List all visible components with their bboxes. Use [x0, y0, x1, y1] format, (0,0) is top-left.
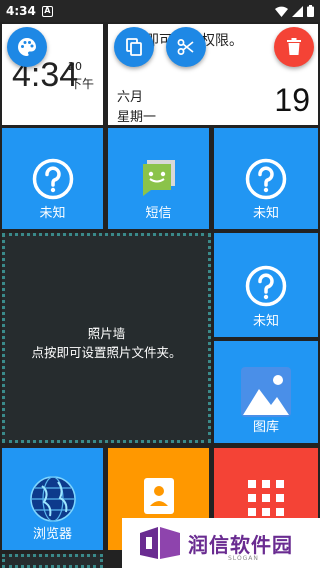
battery-icon: [307, 5, 314, 17]
help-circle-icon: [32, 158, 73, 200]
photo-wall-title: 照片墙: [87, 326, 126, 341]
calendar-weekday: 星期一: [117, 110, 157, 125]
calendar-month: 六月: [117, 90, 144, 105]
brand-logo-icon: [140, 527, 180, 559]
trash-icon: [287, 38, 301, 55]
wifi-icon: [275, 6, 288, 17]
photo-wall-tile[interactable]: 照片墙 点按即可设置照片文件夹。: [2, 233, 211, 443]
copy-button[interactable]: [114, 27, 154, 67]
unknown-app-label-2: 未知: [252, 206, 279, 221]
messaging-icon: [142, 160, 175, 196]
scissors-icon: [177, 39, 194, 55]
browser-tile[interactable]: 浏览器: [2, 448, 103, 550]
unknown-app-tile-2[interactable]: 未知: [214, 128, 318, 229]
clock-ampm: 下午: [70, 77, 95, 91]
gallery-icon: [241, 367, 291, 417]
cut-button[interactable]: [166, 27, 206, 67]
unknown-app-tile-3[interactable]: 未知: [214, 233, 318, 337]
photo-wall-text: 照片墙 点按即可设置照片文件夹。: [5, 324, 208, 362]
help-circle-icon: [245, 265, 287, 307]
photo-wall-hint: 点按即可设置照片文件夹。: [31, 345, 182, 360]
unknown-app-tile-1[interactable]: 未知: [2, 128, 103, 229]
copy-icon: [126, 38, 142, 56]
apps-grid-icon: [248, 480, 284, 516]
sms-label: 短信: [145, 206, 172, 221]
watermark-brand: 润信软件园: [188, 532, 293, 557]
signal-icon: [292, 5, 303, 17]
delete-button[interactable]: [274, 27, 314, 67]
unknown-app-label-3: 未知: [252, 314, 279, 329]
clock-seconds: 20: [68, 60, 82, 73]
browser-label: 浏览器: [32, 527, 72, 542]
watermark-slogan: SLOGAN: [228, 555, 259, 562]
sms-tile[interactable]: 短信: [108, 128, 209, 229]
status-time: 4:34: [6, 4, 36, 18]
status-bar: 4:34 A: [0, 0, 320, 22]
calendar-day: 19: [274, 82, 310, 118]
notification-a-icon: A: [41, 5, 53, 17]
gallery-tile[interactable]: 图库: [214, 341, 318, 443]
contacts-icon: [143, 478, 174, 514]
palette-icon: [18, 38, 36, 56]
gallery-label: 图库: [252, 420, 279, 435]
globe-icon: [29, 476, 76, 522]
unknown-app-label-1: 未知: [39, 206, 66, 221]
help-circle-icon: [245, 158, 287, 200]
partial-tile[interactable]: [2, 554, 103, 568]
palette-button[interactable]: [7, 27, 47, 67]
watermark-logo: 润信软件园 SLOGAN: [122, 518, 320, 568]
